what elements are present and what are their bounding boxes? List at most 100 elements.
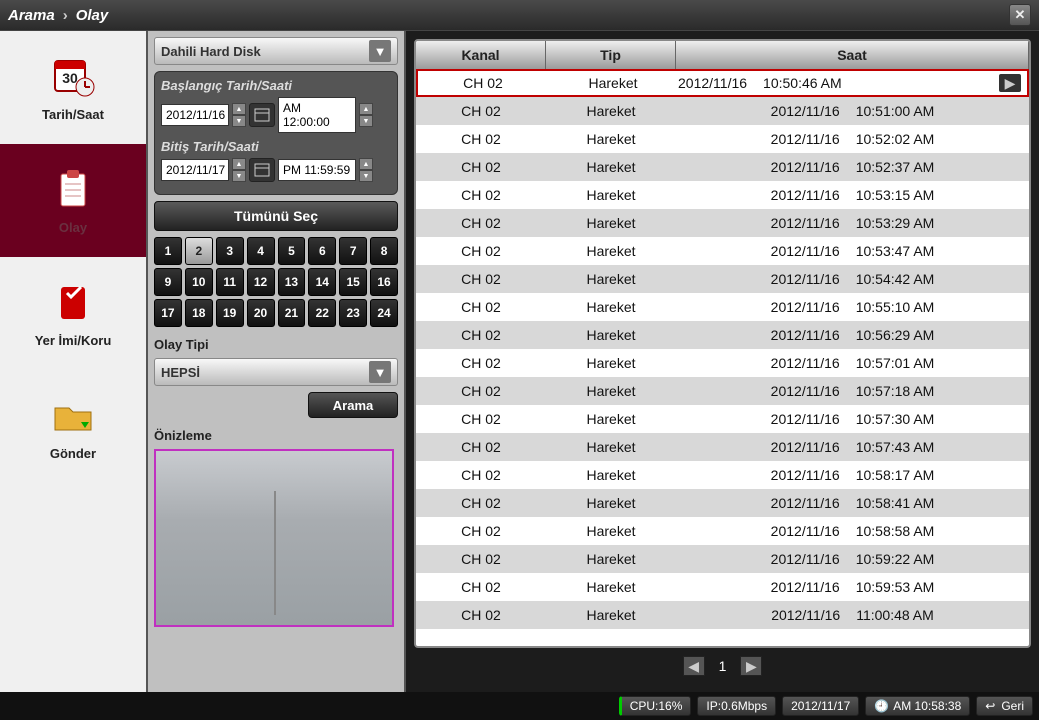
- event-table: Kanal Tip Saat CH 02Hareket2012/11/1610:…: [414, 39, 1031, 648]
- channel-button-7[interactable]: 7: [339, 237, 367, 265]
- channel-button-9[interactable]: 9: [154, 268, 182, 296]
- channel-button-20[interactable]: 20: [247, 299, 275, 327]
- start-date-input[interactable]: 2012/11/16: [161, 104, 229, 126]
- channel-button-6[interactable]: 6: [308, 237, 336, 265]
- filter-panel: Dahili Hard Disk ▼ Başlangıç Tarih/Saati…: [148, 31, 406, 692]
- channel-button-1[interactable]: 1: [154, 237, 182, 265]
- cell-datetime: 2012/11/1610:52:02 AM: [676, 131, 1029, 147]
- cell-channel: CH 02: [416, 523, 546, 539]
- status-bar: CPU:16% IP:0.6Mbps 2012/11/17 🕘 AM 10:58…: [0, 692, 1039, 720]
- cell-channel: CH 02: [416, 327, 546, 343]
- nav-label: Yer İmi/Koru: [35, 333, 112, 348]
- cell-datetime: 2012/11/1610:58:58 AM: [676, 523, 1029, 539]
- start-date-spinner[interactable]: ▲▼: [232, 103, 246, 127]
- cell-datetime: 2012/11/1610:53:29 AM: [676, 215, 1029, 231]
- cell-channel: CH 02: [416, 131, 546, 147]
- cell-type: Hareket: [546, 383, 676, 399]
- table-row[interactable]: CH 02Hareket2012/11/1610:58:17 AM: [416, 461, 1029, 489]
- cell-datetime: 2012/11/1610:58:17 AM: [676, 467, 1029, 483]
- nav-datetime[interactable]: 30 Tarih/Saat: [0, 31, 146, 144]
- channel-button-19[interactable]: 19: [216, 299, 244, 327]
- channel-button-13[interactable]: 13: [278, 268, 306, 296]
- preview-label: Önizleme: [154, 428, 398, 443]
- start-time-input[interactable]: AM 12:00:00: [278, 97, 356, 133]
- table-row[interactable]: CH 02Hareket2012/11/1610:54:42 AM: [416, 265, 1029, 293]
- channel-button-16[interactable]: 16: [370, 268, 398, 296]
- end-label: Bitiş Tarih/Saati: [161, 139, 391, 154]
- storage-value: Dahili Hard Disk: [161, 44, 261, 59]
- channel-button-5[interactable]: 5: [278, 237, 306, 265]
- table-row[interactable]: CH 02Hareket2012/11/1611:00:48 AM: [416, 601, 1029, 629]
- table-row[interactable]: CH 02Hareket2012/11/1610:51:00 AM: [416, 97, 1029, 125]
- end-date-spinner[interactable]: ▲▼: [232, 158, 246, 182]
- table-row[interactable]: CH 02Hareket2012/11/1610:53:47 AM: [416, 237, 1029, 265]
- table-row[interactable]: CH 02Hareket2012/11/1610:57:43 AM: [416, 433, 1029, 461]
- table-row[interactable]: CH 02Hareket2012/11/1610:50:46 AM▶: [416, 69, 1029, 97]
- cell-datetime: 2012/11/1610:57:43 AM: [676, 439, 1029, 455]
- channel-button-17[interactable]: 17: [154, 299, 182, 327]
- cell-channel: CH 02: [416, 215, 546, 231]
- table-row[interactable]: CH 02Hareket2012/11/1610:55:10 AM: [416, 293, 1029, 321]
- cell-channel: CH 02: [416, 439, 546, 455]
- table-row[interactable]: CH 02Hareket2012/11/1610:57:30 AM: [416, 405, 1029, 433]
- channel-button-24[interactable]: 24: [370, 299, 398, 327]
- table-row[interactable]: CH 02Hareket2012/11/1610:59:22 AM: [416, 545, 1029, 573]
- nav-event[interactable]: Olay: [0, 144, 146, 257]
- cell-channel: CH 02: [416, 411, 546, 427]
- end-calendar-button[interactable]: [249, 158, 275, 182]
- event-type-value: HEPSİ: [161, 365, 200, 380]
- table-row[interactable]: CH 02Hareket2012/11/1610:53:29 AM: [416, 209, 1029, 237]
- channel-button-21[interactable]: 21: [278, 299, 306, 327]
- channel-button-3[interactable]: 3: [216, 237, 244, 265]
- channel-button-18[interactable]: 18: [185, 299, 213, 327]
- back-button[interactable]: ↩ Geri: [976, 696, 1033, 716]
- end-time-spinner[interactable]: ▲▼: [359, 158, 373, 182]
- start-calendar-button[interactable]: [249, 103, 275, 127]
- cell-datetime: 2012/11/1610:59:22 AM: [676, 551, 1029, 567]
- cell-datetime: 2012/11/1610:52:37 AM: [676, 159, 1029, 175]
- channel-button-14[interactable]: 14: [308, 268, 336, 296]
- bookmark-icon: [49, 279, 97, 327]
- channel-button-8[interactable]: 8: [370, 237, 398, 265]
- nav-bookmark[interactable]: Yer İmi/Koru: [0, 257, 146, 370]
- channel-button-2[interactable]: 2: [185, 237, 213, 265]
- end-date-input[interactable]: 2012/11/17: [161, 159, 229, 181]
- table-row[interactable]: CH 02Hareket2012/11/1610:58:41 AM: [416, 489, 1029, 517]
- storage-select[interactable]: Dahili Hard Disk ▼: [154, 37, 398, 65]
- table-row[interactable]: CH 02Hareket2012/11/1610:56:29 AM: [416, 321, 1029, 349]
- cell-type: Hareket: [546, 215, 676, 231]
- channel-button-10[interactable]: 10: [185, 268, 213, 296]
- table-row[interactable]: CH 02Hareket2012/11/1610:53:15 AM: [416, 181, 1029, 209]
- breadcrumb: Arama › Olay: [8, 7, 108, 24]
- page-next-button[interactable]: ▶: [740, 656, 762, 676]
- cell-type: Hareket: [546, 579, 676, 595]
- table-row[interactable]: CH 02Hareket2012/11/1610:58:58 AM: [416, 517, 1029, 545]
- channel-button-15[interactable]: 15: [339, 268, 367, 296]
- search-button[interactable]: Arama: [308, 392, 398, 418]
- left-nav: 30 Tarih/Saat Olay Yer İmi/Koru: [0, 31, 148, 692]
- table-row[interactable]: CH 02Hareket2012/11/1610:52:37 AM: [416, 153, 1029, 181]
- close-button[interactable]: ✕: [1009, 4, 1031, 26]
- event-type-select[interactable]: HEPSİ ▼: [154, 358, 398, 386]
- channel-button-22[interactable]: 22: [308, 299, 336, 327]
- channel-button-23[interactable]: 23: [339, 299, 367, 327]
- channel-button-4[interactable]: 4: [247, 237, 275, 265]
- cell-datetime: 2012/11/1610:51:00 AM: [676, 103, 1029, 119]
- cell-type: Hareket: [546, 467, 676, 483]
- preview-image: [154, 449, 394, 627]
- channel-button-12[interactable]: 12: [247, 268, 275, 296]
- table-row[interactable]: CH 02Hareket2012/11/1610:52:02 AM: [416, 125, 1029, 153]
- page-prev-button[interactable]: ◀: [683, 656, 705, 676]
- table-row[interactable]: CH 02Hareket2012/11/1610:59:53 AM: [416, 573, 1029, 601]
- cell-datetime: 2012/11/1610:59:53 AM: [676, 579, 1029, 595]
- play-button[interactable]: ▶: [999, 74, 1021, 92]
- table-row[interactable]: CH 02Hareket2012/11/1610:57:18 AM: [416, 377, 1029, 405]
- channel-button-11[interactable]: 11: [216, 268, 244, 296]
- start-time-spinner[interactable]: ▲▼: [359, 103, 373, 127]
- select-all-button[interactable]: Tümünü Seç: [154, 201, 398, 231]
- table-header: Kanal Tip Saat: [416, 41, 1029, 69]
- nav-export[interactable]: Gönder: [0, 370, 146, 483]
- table-row[interactable]: CH 02Hareket2012/11/1610:57:01 AM: [416, 349, 1029, 377]
- cell-channel: CH 02: [416, 383, 546, 399]
- end-time-input[interactable]: PM 11:59:59: [278, 159, 356, 181]
